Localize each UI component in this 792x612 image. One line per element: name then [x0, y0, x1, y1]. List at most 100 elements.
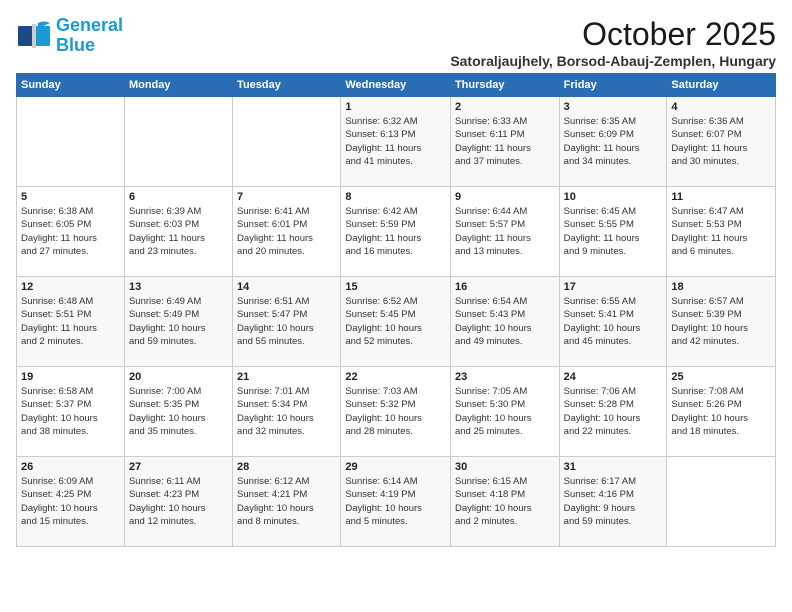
day-number: 16: [455, 281, 555, 293]
calendar-cell: 9 Sunrise: 6:44 AM Sunset: 5:57 PM Daylig…: [450, 187, 559, 277]
week-row-2: 12 Sunrise: 6:48 AM Sunset: 5:51 PM Dayli…: [17, 277, 776, 367]
day-info: Sunrise: 6:57 AM Sunset: 5:39 PM Dayligh…: [671, 295, 771, 348]
day-info: Sunrise: 6:49 AM Sunset: 5:49 PM Dayligh…: [129, 295, 228, 348]
calendar-cell: 23 Sunrise: 7:05 AM Sunset: 5:30 PM Dayli…: [450, 367, 559, 457]
logo: General Blue: [16, 16, 123, 56]
header-wednesday: Wednesday: [341, 74, 451, 97]
month-title: October 2025: [450, 16, 776, 53]
day-info: Sunrise: 7:01 AM Sunset: 5:34 PM Dayligh…: [237, 385, 336, 438]
day-info: Sunrise: 6:12 AM Sunset: 4:21 PM Dayligh…: [237, 475, 336, 528]
day-number: 13: [129, 281, 228, 293]
day-number: 6: [129, 191, 228, 203]
day-number: 22: [345, 371, 446, 383]
week-row-1: 5 Sunrise: 6:38 AM Sunset: 6:05 PM Daylig…: [17, 187, 776, 277]
calendar-cell: 7 Sunrise: 6:41 AM Sunset: 6:01 PM Daylig…: [233, 187, 341, 277]
calendar-body: 1Sunrise: 6:32 AM Sunset: 6:13 PM Daylig…: [17, 97, 776, 547]
day-info: Sunrise: 6:47 AM Sunset: 5:53 PM Dayligh…: [671, 205, 771, 258]
calendar-cell: 12 Sunrise: 6:48 AM Sunset: 5:51 PM Dayli…: [17, 277, 125, 367]
header-sunday: Sunday: [17, 74, 125, 97]
day-info: Sunrise: 6:58 AM Sunset: 5:37 PM Dayligh…: [21, 385, 120, 438]
calendar-cell: 5 Sunrise: 6:38 AM Sunset: 6:05 PM Daylig…: [17, 187, 125, 277]
day-number: 4: [671, 101, 771, 113]
day-info: Sunrise: 7:00 AM Sunset: 5:35 PM Dayligh…: [129, 385, 228, 438]
day-number: 7: [237, 191, 336, 203]
calendar-cell: 25 Sunrise: 7:08 AM Sunset: 5:26 PM Dayli…: [667, 367, 776, 457]
calendar-cell: 16Sunrise: 6:54 AM Sunset: 5:43 PM Dayli…: [450, 277, 559, 367]
day-number: 1: [345, 101, 446, 113]
logo-blue: Blue: [56, 35, 95, 55]
day-number: 15: [345, 281, 446, 293]
calendar-cell: 29Sunrise: 6:14 AM Sunset: 4:19 PM Dayli…: [341, 457, 451, 547]
day-info: Sunrise: 6:11 AM Sunset: 4:23 PM Dayligh…: [129, 475, 228, 528]
calendar-cell: 15Sunrise: 6:52 AM Sunset: 5:45 PM Dayli…: [341, 277, 451, 367]
day-number: 29: [345, 461, 446, 473]
day-info: Sunrise: 6:48 AM Sunset: 5:51 PM Dayligh…: [21, 295, 120, 348]
calendar-cell: 6 Sunrise: 6:39 AM Sunset: 6:03 PM Daylig…: [124, 187, 232, 277]
week-row-4: 26Sunrise: 6:09 AM Sunset: 4:25 PM Dayli…: [17, 457, 776, 547]
header-saturday: Saturday: [667, 74, 776, 97]
day-number: 24: [564, 371, 663, 383]
week-row-3: 19 Sunrise: 6:58 AM Sunset: 5:37 PM Dayli…: [17, 367, 776, 457]
calendar-cell: [667, 457, 776, 547]
calendar-cell: 24 Sunrise: 7:06 AM Sunset: 5:28 PM Dayli…: [559, 367, 667, 457]
header-row: SundayMondayTuesdayWednesdayThursdayFrid…: [17, 74, 776, 97]
day-info: Sunrise: 6:45 AM Sunset: 5:55 PM Dayligh…: [564, 205, 663, 258]
calendar-cell: 31 Sunrise: 6:17 AM Sunset: 4:16 PM Dayli…: [559, 457, 667, 547]
calendar-cell: 14Sunrise: 6:51 AM Sunset: 5:47 PM Dayli…: [233, 277, 341, 367]
day-number: 11: [671, 191, 771, 203]
day-info: Sunrise: 7:06 AM Sunset: 5:28 PM Dayligh…: [564, 385, 663, 438]
day-number: 27: [129, 461, 228, 473]
calendar-table: SundayMondayTuesdayWednesdayThursdayFrid…: [16, 73, 776, 547]
day-number: 3: [564, 101, 663, 113]
calendar-cell: 3Sunrise: 6:35 AM Sunset: 6:09 PM Daylig…: [559, 97, 667, 187]
day-number: 5: [21, 191, 120, 203]
location-title: Satoraljaujhely, Borsod-Abauj-Zemplen, H…: [450, 53, 776, 69]
calendar-cell: 11 Sunrise: 6:47 AM Sunset: 5:53 PM Dayli…: [667, 187, 776, 277]
logo-icon: [16, 18, 52, 54]
title-block: October 2025 Satoraljaujhely, Borsod-Aba…: [450, 16, 776, 69]
calendar-header: SundayMondayTuesdayWednesdayThursdayFrid…: [17, 74, 776, 97]
day-number: 10: [564, 191, 663, 203]
day-info: Sunrise: 7:05 AM Sunset: 5:30 PM Dayligh…: [455, 385, 555, 438]
day-info: Sunrise: 6:09 AM Sunset: 4:25 PM Dayligh…: [21, 475, 120, 528]
calendar-cell: 27 Sunrise: 6:11 AM Sunset: 4:23 PM Dayli…: [124, 457, 232, 547]
calendar-cell: 1Sunrise: 6:32 AM Sunset: 6:13 PM Daylig…: [341, 97, 451, 187]
calendar-cell: 13 Sunrise: 6:49 AM Sunset: 5:49 PM Dayli…: [124, 277, 232, 367]
day-number: 20: [129, 371, 228, 383]
day-info: Sunrise: 6:44 AM Sunset: 5:57 PM Dayligh…: [455, 205, 555, 258]
calendar-cell: 22Sunrise: 7:03 AM Sunset: 5:32 PM Dayli…: [341, 367, 451, 457]
calendar-cell: 30Sunrise: 6:15 AM Sunset: 4:18 PM Dayli…: [450, 457, 559, 547]
day-info: Sunrise: 6:42 AM Sunset: 5:59 PM Dayligh…: [345, 205, 446, 258]
calendar-cell: 28 Sunrise: 6:12 AM Sunset: 4:21 PM Dayli…: [233, 457, 341, 547]
calendar-cell: 17Sunrise: 6:55 AM Sunset: 5:41 PM Dayli…: [559, 277, 667, 367]
calendar-cell: 26Sunrise: 6:09 AM Sunset: 4:25 PM Dayli…: [17, 457, 125, 547]
day-number: 9: [455, 191, 555, 203]
calendar-cell: 10 Sunrise: 6:45 AM Sunset: 5:55 PM Dayli…: [559, 187, 667, 277]
day-info: Sunrise: 6:38 AM Sunset: 6:05 PM Dayligh…: [21, 205, 120, 258]
calendar-cell: 18 Sunrise: 6:57 AM Sunset: 5:39 PM Dayli…: [667, 277, 776, 367]
day-info: Sunrise: 6:39 AM Sunset: 6:03 PM Dayligh…: [129, 205, 228, 258]
day-info: Sunrise: 6:33 AM Sunset: 6:11 PM Dayligh…: [455, 115, 555, 168]
day-info: Sunrise: 6:17 AM Sunset: 4:16 PM Dayligh…: [564, 475, 663, 528]
day-number: 12: [21, 281, 120, 293]
calendar-cell: 4 Sunrise: 6:36 AM Sunset: 6:07 PM Daylig…: [667, 97, 776, 187]
day-number: 31: [564, 461, 663, 473]
day-info: Sunrise: 6:41 AM Sunset: 6:01 PM Dayligh…: [237, 205, 336, 258]
calendar-cell: 21Sunrise: 7:01 AM Sunset: 5:34 PM Dayli…: [233, 367, 341, 457]
day-number: 28: [237, 461, 336, 473]
day-number: 18: [671, 281, 771, 293]
day-number: 14: [237, 281, 336, 293]
day-number: 25: [671, 371, 771, 383]
day-number: 19: [21, 371, 120, 383]
day-number: 23: [455, 371, 555, 383]
day-info: Sunrise: 7:08 AM Sunset: 5:26 PM Dayligh…: [671, 385, 771, 438]
logo-text: General Blue: [56, 16, 123, 56]
calendar-cell: [233, 97, 341, 187]
calendar-cell: [17, 97, 125, 187]
calendar-cell: [124, 97, 232, 187]
logo-general: General: [56, 15, 123, 35]
page-header: General Blue October 2025 Satoraljaujhel…: [16, 16, 776, 69]
calendar-cell: 8Sunrise: 6:42 AM Sunset: 5:59 PM Daylig…: [341, 187, 451, 277]
day-info: Sunrise: 6:36 AM Sunset: 6:07 PM Dayligh…: [671, 115, 771, 168]
day-number: 30: [455, 461, 555, 473]
